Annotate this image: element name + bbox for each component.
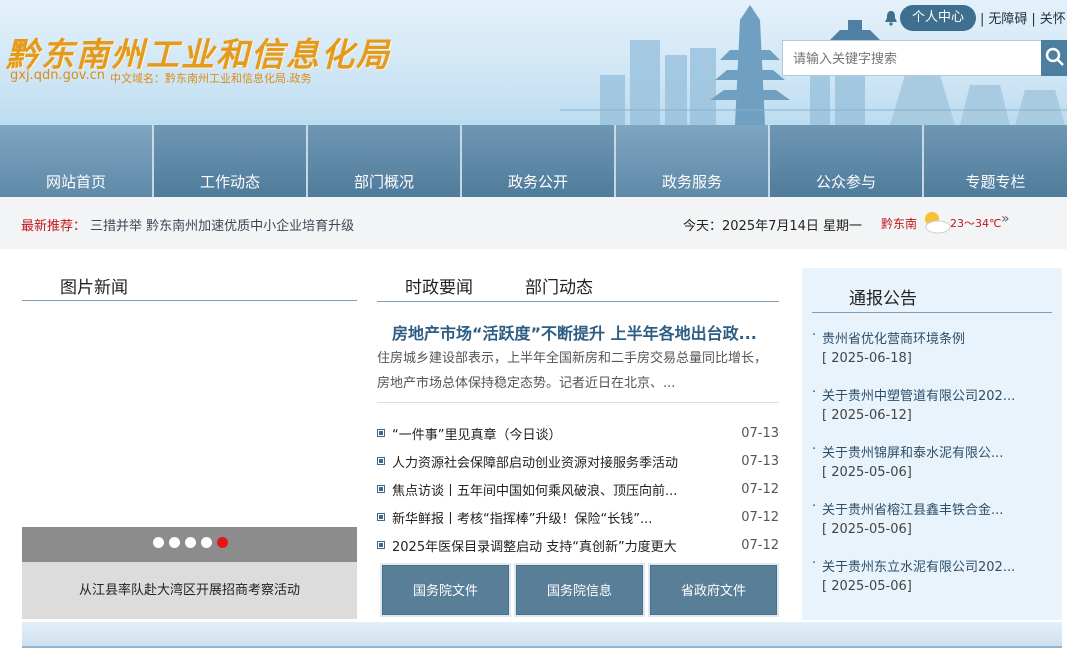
search-icon	[1045, 47, 1064, 66]
nav-item-government-affairs[interactable]: 政务公开	[462, 125, 616, 197]
headline-summary: 住房城乡建设部表示，上半年全国新房和二手房交易总量同比增长，房地产市场总体保持稳…	[377, 351, 768, 391]
top-links: | 无障碍 | 关怀	[980, 8, 1067, 27]
announcement-date: [ 2025-05-06]	[822, 579, 912, 594]
site-header: 黔东南州工业和信息化局 gxj.qdn.gov.cn 中文域名：黔东南州工业和信…	[0, 0, 1067, 125]
announcement-title[interactable]: 关于贵州中塑管道有限公司202...	[812, 385, 1057, 404]
headline-link[interactable]: 房地产市场“活跃度”不断提升 上半年各地出台政...	[392, 320, 757, 344]
nav-item-special-topics[interactable]: 专题专栏	[924, 125, 1067, 197]
news-item-date: 07-13	[741, 425, 779, 441]
weather-city: 黔东南	[881, 217, 918, 231]
news-item-title[interactable]: 人力资源社会保障部启动创业资源对接服务季活动	[392, 452, 739, 471]
footer-band	[22, 622, 1062, 648]
tab-department-news[interactable]: 部门动态	[525, 273, 593, 298]
announcement-date: [ 2025-06-18]	[822, 351, 912, 366]
slider-dot[interactable]	[185, 537, 196, 548]
weather-more-link[interactable]: »	[1001, 211, 1010, 227]
notice-label: 最新推荐：	[21, 219, 87, 234]
state-council-info-button[interactable]: 国务院信息	[514, 563, 645, 617]
current-date: 今天：2025年7月14日 星期一	[683, 219, 863, 234]
bullet-icon	[377, 541, 385, 549]
user-center-button[interactable]: 个人中心	[900, 5, 976, 31]
news-item-date: 07-12	[741, 537, 779, 553]
slider-dot[interactable]	[169, 537, 180, 548]
announcement-date: [ 2025-05-06]	[822, 465, 912, 480]
announcement-title[interactable]: 贵州省优化营商环境条例	[812, 328, 1057, 347]
bullet-icon	[377, 429, 385, 437]
separator: |	[980, 12, 985, 27]
slider-dot-active[interactable]	[217, 537, 228, 548]
slider-dot[interactable]	[153, 537, 164, 548]
news-item[interactable]: 人力资源社会保障部启动创业资源对接服务季活动 07-13	[377, 447, 779, 475]
announcement-date: [ 2025-05-06]	[822, 522, 912, 537]
divider	[812, 312, 1052, 313]
tab-current-affairs[interactable]: 时政要闻	[405, 273, 473, 298]
divider	[22, 300, 357, 301]
notice-link[interactable]: 三措并举 黔东南州加速优质中小企业培育升级	[90, 215, 354, 234]
news-item[interactable]: “一件事”里见真章（今日谈） 07-13	[377, 419, 779, 447]
bullet-icon	[377, 485, 385, 493]
nav-item-participation[interactable]: 公众参与	[770, 125, 924, 197]
slider-dots	[153, 537, 228, 548]
news-item[interactable]: 焦点访谈丨五年间中国如何乘风破浪、顶压向前... 07-12	[377, 475, 779, 503]
search-input[interactable]	[782, 40, 1042, 76]
divider	[377, 301, 779, 302]
search-button[interactable]	[1041, 40, 1067, 76]
news-item-date: 07-13	[741, 453, 779, 469]
announcements-title: 通报公告	[849, 289, 917, 309]
separator: |	[1031, 12, 1036, 27]
news-item-date: 07-12	[741, 509, 779, 525]
announcement-item[interactable]: 关于贵州中塑管道有限公司202... [ 2025-06-12]	[812, 385, 1057, 442]
announcement-title[interactable]: 关于贵州省榕江县鑫丰铁合金...	[812, 499, 1057, 518]
main-nav: 网站首页 工作动态 部门概况 政务公开 政务服务 公众参与 专题专栏	[0, 125, 1067, 197]
state-council-documents-button[interactable]: 国务院文件	[380, 563, 511, 617]
slider-dot[interactable]	[201, 537, 212, 548]
news-item[interactable]: 新华鲜报丨考核“指挥棒”升级！保险“长钱”... 07-12	[377, 503, 779, 531]
news-item-title[interactable]: 2025年医保目录调整启动 支持“真创新”力度更大	[392, 536, 739, 555]
site-cn-domain: 中文域名：黔东南州工业和信息化局.政务	[110, 72, 312, 85]
announcement-item[interactable]: 贵州省优化营商环境条例 [ 2025-06-18]	[812, 328, 1057, 385]
news-list: “一件事”里见真章（今日谈） 07-13 人力资源社会保障部启动创业资源对接服务…	[377, 419, 779, 559]
divider	[377, 402, 779, 403]
picture-news-title: 图片新闻	[60, 278, 128, 298]
nav-item-home[interactable]: 网站首页	[0, 125, 154, 197]
announcement-item[interactable]: 关于贵州省榕江县鑫丰铁合金... [ 2025-05-06]	[812, 499, 1057, 556]
site-domain: gxj.qdn.gov.cn	[10, 68, 105, 83]
bell-icon	[885, 11, 897, 26]
nav-item-department[interactable]: 部门概况	[308, 125, 462, 197]
sun-cloud-icon	[925, 212, 951, 234]
announcements-panel: 通报公告 贵州省优化营商环境条例 [ 2025-06-18] 关于贵州中塑管道有…	[802, 268, 1062, 620]
announcement-title[interactable]: 关于贵州锦屏和泰水泥有限公...	[812, 442, 1057, 461]
accessibility-link[interactable]: 无障碍	[988, 12, 1027, 27]
picture-news-caption[interactable]: 从江县率队赴大湾区开展招商考察活动	[22, 562, 357, 619]
bullet-icon	[377, 513, 385, 521]
news-item-title[interactable]: “一件事”里见真章（今日谈）	[392, 424, 739, 443]
announcement-item[interactable]: 关于贵州锦屏和泰水泥有限公... [ 2025-05-06]	[812, 442, 1057, 499]
notice-bar: 最新推荐： 三措并举 黔东南州加速优质中小企业培育升级 今天：2025年7月14…	[0, 197, 1067, 249]
weather-temperature: 23～34℃	[950, 217, 1002, 230]
announcement-item[interactable]: 关于贵州东立水泥有限公司202... [ 2025-05-06]	[812, 556, 1057, 613]
announcements-list: 贵州省优化营商环境条例 [ 2025-06-18] 关于贵州中塑管道有限公司20…	[812, 328, 1057, 613]
provincial-documents-button[interactable]: 省政府文件	[648, 563, 779, 617]
announcement-date: [ 2025-06-12]	[822, 408, 912, 423]
document-buttons: 国务院文件 国务院信息 省政府文件	[380, 563, 779, 617]
announcement-title[interactable]: 关于贵州东立水泥有限公司202...	[812, 556, 1057, 575]
bullet-icon	[377, 457, 385, 465]
news-item-title[interactable]: 焦点访谈丨五年间中国如何乘风破浪、顶压向前...	[392, 480, 739, 499]
news-item-date: 07-12	[741, 481, 779, 497]
nav-item-services[interactable]: 政务服务	[616, 125, 770, 197]
news-item[interactable]: 2025年医保目录调整启动 支持“真创新”力度更大 07-12	[377, 531, 779, 559]
care-mode-link[interactable]: 关怀	[1040, 12, 1066, 27]
nav-item-work-news[interactable]: 工作动态	[154, 125, 308, 197]
news-item-title[interactable]: 新华鲜报丨考核“指挥棒”升级！保险“长钱”...	[392, 508, 739, 527]
